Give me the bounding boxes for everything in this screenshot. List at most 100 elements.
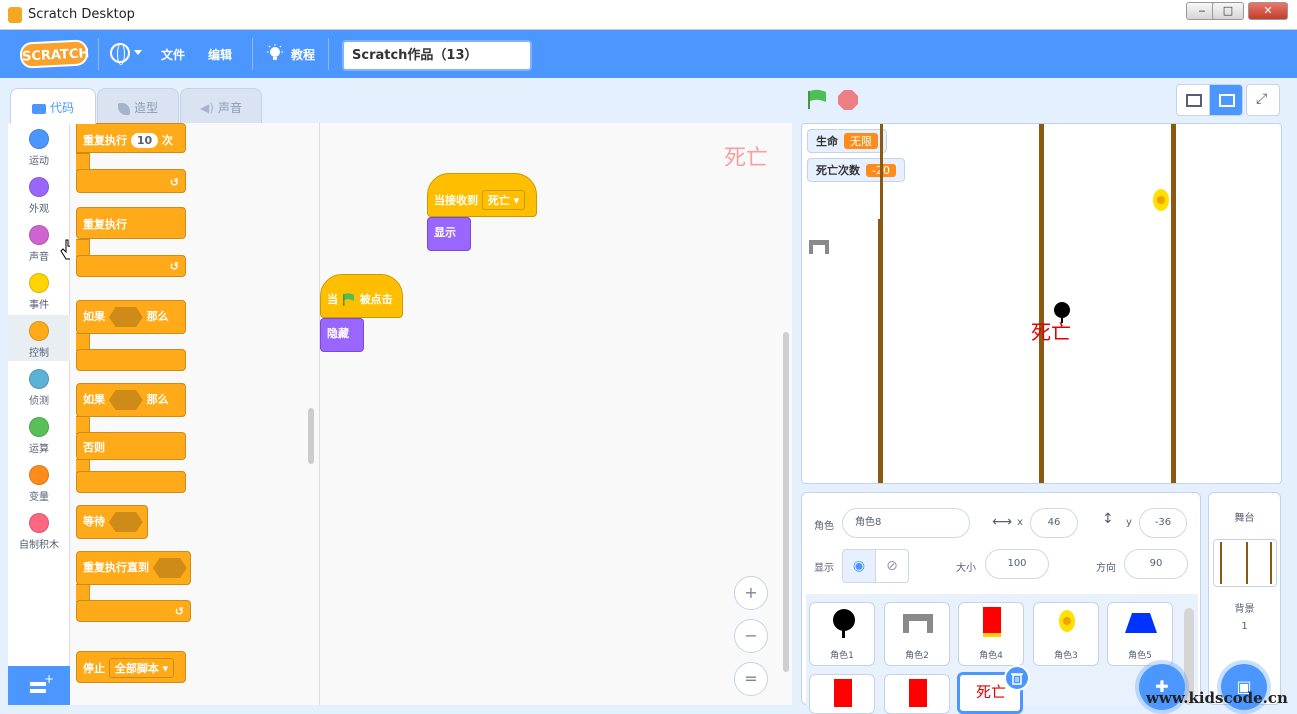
delete-sprite-button[interactable] [1004, 665, 1030, 691]
tab-costumes[interactable]: 造型 [97, 88, 179, 124]
wait-until-block[interactable]: 等待 [76, 505, 148, 539]
horizontal-arrows-icon: ⟷ [992, 514, 1013, 530]
category-operators[interactable]: 运算 [8, 417, 70, 455]
sprite-tile[interactable]: 角色1 [809, 602, 875, 666]
zoom-in-button[interactable]: + [734, 576, 768, 610]
script-area-scrollbar[interactable] [783, 332, 789, 672]
category-control[interactable]: 控制 [8, 315, 70, 361]
repeat-count-input[interactable]: 10 [130, 133, 159, 148]
category-events[interactable]: 事件 [8, 273, 70, 311]
small-stage-icon [1186, 94, 1202, 107]
x-position-input[interactable]: 46 [1030, 508, 1078, 538]
sprite-tile[interactable]: 角色5 [1107, 602, 1173, 666]
clicked-label: 被点击 [359, 293, 393, 306]
else-section: 否则 [76, 432, 186, 460]
category-dot [29, 465, 49, 485]
tab-sounds[interactable]: ◀) 声音 [180, 88, 262, 124]
small-stage-button[interactable] [1176, 84, 1210, 116]
hide-sprite-button[interactable]: ⊘ [875, 549, 909, 583]
when-receive-label: 当接收到 [434, 194, 478, 207]
tab-code-label: 代码 [49, 101, 74, 115]
condition-slot[interactable] [108, 512, 143, 532]
category-sensing[interactable]: 侦测 [8, 369, 70, 407]
category-label: 运动 [29, 156, 49, 167]
project-title-input[interactable]: Scratch作品（13） [342, 40, 532, 71]
stop-block[interactable]: 停止 全部脚本 ▾ [76, 651, 186, 683]
sprite-name-input[interactable]: 角色8 [842, 508, 970, 538]
category-looks[interactable]: 外观 [8, 177, 70, 215]
lightbulb-icon [267, 44, 283, 60]
stop-button[interactable] [838, 90, 858, 110]
coin-sprite [1153, 189, 1169, 211]
stage[interactable]: 生命无限 死亡次数-20 死亡 [801, 123, 1282, 484]
message-dropdown[interactable]: 死亡 ▾ [481, 190, 526, 210]
scratch-logo[interactable]: SCRATCH [19, 39, 90, 69]
thumbnail-pole [1246, 542, 1248, 584]
if-else-block[interactable]: 如果 那么 [76, 383, 186, 417]
if-then-block-bottom [76, 349, 186, 371]
forever-block[interactable]: 重复执行 [76, 207, 186, 239]
fullscreen-icon: ⤢ [1256, 91, 1268, 107]
tab-code[interactable]: 代码 [10, 88, 96, 124]
sprite-tile[interactable] [809, 674, 875, 714]
direction-input[interactable]: 90 [1124, 549, 1188, 579]
sprite-tile-name: 角色4 [979, 651, 1003, 661]
category-dot [29, 417, 49, 437]
monitor-label: 死亡次数 [816, 164, 860, 177]
backdrop-thumbnail [1213, 539, 1277, 587]
when-flag-clicked-hat-block[interactable]: 当 被点击 [320, 274, 403, 318]
category-my-blocks[interactable]: 自制积木 [8, 513, 70, 551]
size-input[interactable]: 100 [985, 549, 1049, 579]
if-else-block-bottom [76, 471, 186, 493]
wall-pole [878, 219, 883, 483]
y-label: y [1126, 517, 1132, 528]
add-extension-button[interactable]: + [8, 666, 70, 705]
edit-menu[interactable]: 编辑 [208, 46, 232, 63]
svg-text:+: + [44, 672, 54, 686]
else-label: 否则 [83, 441, 105, 454]
fullscreen-button[interactable]: ⤢ [1246, 84, 1280, 116]
close-button[interactable]: ✕ [1248, 2, 1288, 20]
script-area[interactable]: 当接收到 死亡 ▾ 显示 当 被点击 隐藏 + − = [320, 123, 792, 705]
green-flag-button[interactable] [806, 89, 828, 111]
category-variables[interactable]: 变量 [8, 465, 70, 503]
repeat-block[interactable]: 重复执行 10 次 [76, 123, 186, 153]
hide-block[interactable]: 隐藏 [320, 318, 364, 352]
repeat-block-bottom: ↺ [76, 169, 186, 193]
when-receive-hat-block[interactable]: 当接收到 死亡 ▾ [427, 173, 537, 217]
repeat-until-label: 重复执行直到 [83, 561, 149, 574]
stage-title: 舞台 [1234, 513, 1255, 524]
language-globe-icon[interactable] [110, 43, 130, 65]
category-dot [29, 273, 49, 293]
variable-monitor-lives: 生命 无限 [807, 129, 887, 153]
sprite-tile[interactable]: 角色4 [958, 602, 1024, 666]
sprite-tile[interactable]: 角色3 [1033, 602, 1099, 666]
file-menu[interactable]: 文件 [161, 46, 185, 63]
category-label: 事件 [29, 300, 49, 311]
category-dot [29, 513, 49, 533]
normal-stage-button[interactable] [1209, 84, 1243, 116]
tutorials-menu[interactable]: 教程 [291, 46, 315, 63]
condition-slot[interactable] [108, 307, 143, 327]
death-text-sprite: 死亡 [1031, 320, 1071, 344]
condition-slot[interactable] [152, 558, 187, 578]
repeat-until-block[interactable]: 重复执行直到 [76, 551, 191, 585]
y-position-input[interactable]: -36 [1139, 508, 1187, 538]
show-sprite-button[interactable]: ◉ [842, 549, 876, 583]
if-then-block[interactable]: 如果 那么 [76, 300, 186, 334]
maximize-button[interactable]: □ [1212, 2, 1244, 20]
sprite-tile[interactable] [884, 674, 950, 714]
palette-scrollbar[interactable] [308, 408, 314, 464]
stop-option-dropdown[interactable]: 全部脚本 ▾ [108, 658, 175, 678]
condition-slot[interactable] [108, 390, 143, 410]
sprite-tile[interactable]: 角色2 [884, 602, 950, 666]
zoom-reset-button[interactable]: = [734, 662, 768, 696]
stop-option-label: 全部脚本 [114, 662, 159, 675]
zoom-out-button[interactable]: − [734, 619, 768, 653]
category-motion[interactable]: 运动 [8, 129, 70, 167]
if-label: 如果 [83, 393, 105, 406]
add-extension-icon: + [30, 672, 54, 693]
block-palette: 重复执行 10 次 ↺ 重复执行 ↺ 如果 那么 如果 那么 否则 等待 重复执… [70, 123, 320, 705]
show-block[interactable]: 显示 [427, 217, 471, 251]
then-label: 那么 [146, 310, 169, 323]
